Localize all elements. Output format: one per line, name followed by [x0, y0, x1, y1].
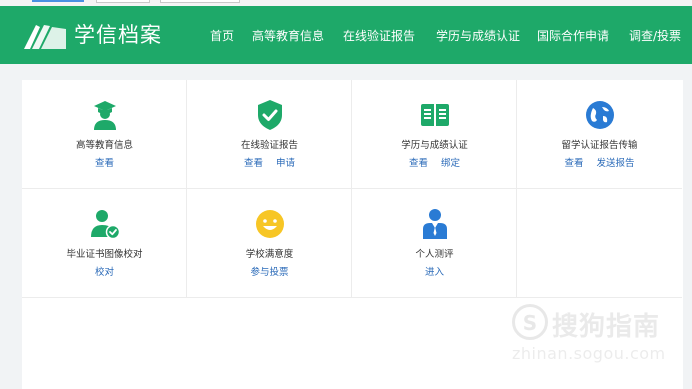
send-report-link[interactable]: 发送报告 [597, 158, 635, 169]
bind-link[interactable]: 绑定 [441, 158, 460, 169]
card-degree-grade-certification: 学历与成绩认证 查看 绑定 [352, 80, 517, 189]
brand-title[interactable]: 学信档案 [74, 21, 162, 49]
card-certificate-image-check: 毕业证书图像校对 校对 [22, 189, 187, 298]
shield-check-icon [258, 100, 282, 130]
nav-home[interactable]: 首页 [210, 28, 234, 44]
smiley-icon [256, 210, 284, 238]
top-box[interactable] [160, 0, 240, 3]
view-link[interactable]: 查看 [409, 158, 428, 169]
user-check-icon [91, 210, 121, 240]
card-title: 留学认证报告传输 [561, 140, 638, 151]
nav-survey-vote[interactable]: 调查/投票 [629, 28, 681, 44]
vote-link[interactable]: 参与投票 [250, 267, 288, 278]
card-title: 在线验证报告 [240, 140, 298, 151]
top-tab-blue[interactable] [32, 0, 84, 2]
watermark-url: zhinan.sogou.com [512, 344, 666, 363]
services-grid: 高等教育信息 查看 在线验证报告 查看 申请 学历与成绩认证 查看 绑定 留学认… [22, 80, 683, 298]
nav-online-verification-report[interactable]: 在线验证报告 [343, 28, 415, 44]
globe-plane-icon [586, 101, 614, 129]
card-higher-education-info: 高等教育信息 查看 [22, 80, 187, 189]
nav-higher-education-info[interactable]: 高等教育信息 [252, 28, 324, 44]
card-title: 学校满意度 [245, 249, 294, 260]
card-online-verification-report: 在线验证报告 查看 申请 [187, 80, 352, 189]
view-link[interactable]: 查看 [244, 158, 263, 169]
card-title: 毕业证书图像校对 [66, 249, 143, 260]
view-link[interactable]: 查看 [95, 158, 114, 169]
enter-link[interactable]: 进入 [425, 267, 444, 278]
apply-link[interactable]: 申请 [276, 158, 295, 169]
card-school-satisfaction: 学校满意度 参与投票 [187, 189, 352, 298]
graduate-icon [94, 101, 116, 130]
empty-card [517, 189, 682, 298]
card-personal-assessment: 个人测评 进入 [352, 189, 517, 298]
nav-degree-grade-certification[interactable]: 学历与成绩认证 [436, 28, 520, 44]
card-title: 学历与成绩认证 [401, 140, 468, 151]
nav-international-cooperation[interactable]: 国际合作申请 [537, 28, 609, 44]
check-link[interactable]: 校对 [95, 267, 114, 278]
watermark-logo-icon: S [512, 304, 548, 340]
open-book-icon [421, 104, 449, 126]
card-title: 个人测评 [415, 249, 454, 260]
header-bar: 学信档案 首页 高等教育信息 在线验证报告 学历与成绩认证 国际合作申请 调查/… [0, 6, 692, 64]
person-tie-icon [423, 209, 447, 239]
card-title: 高等教育信息 [75, 140, 133, 151]
watermark-text: 搜狗指南 [552, 312, 661, 342]
top-box[interactable] [96, 0, 150, 3]
view-link[interactable]: 查看 [564, 158, 583, 169]
watermark: S 搜狗指南 zhinan.sogou.com [512, 300, 682, 370]
logo-icon[interactable] [22, 21, 68, 51]
card-study-abroad-report-transfer: 留学认证报告传输 查看 发送报告 [517, 80, 682, 189]
